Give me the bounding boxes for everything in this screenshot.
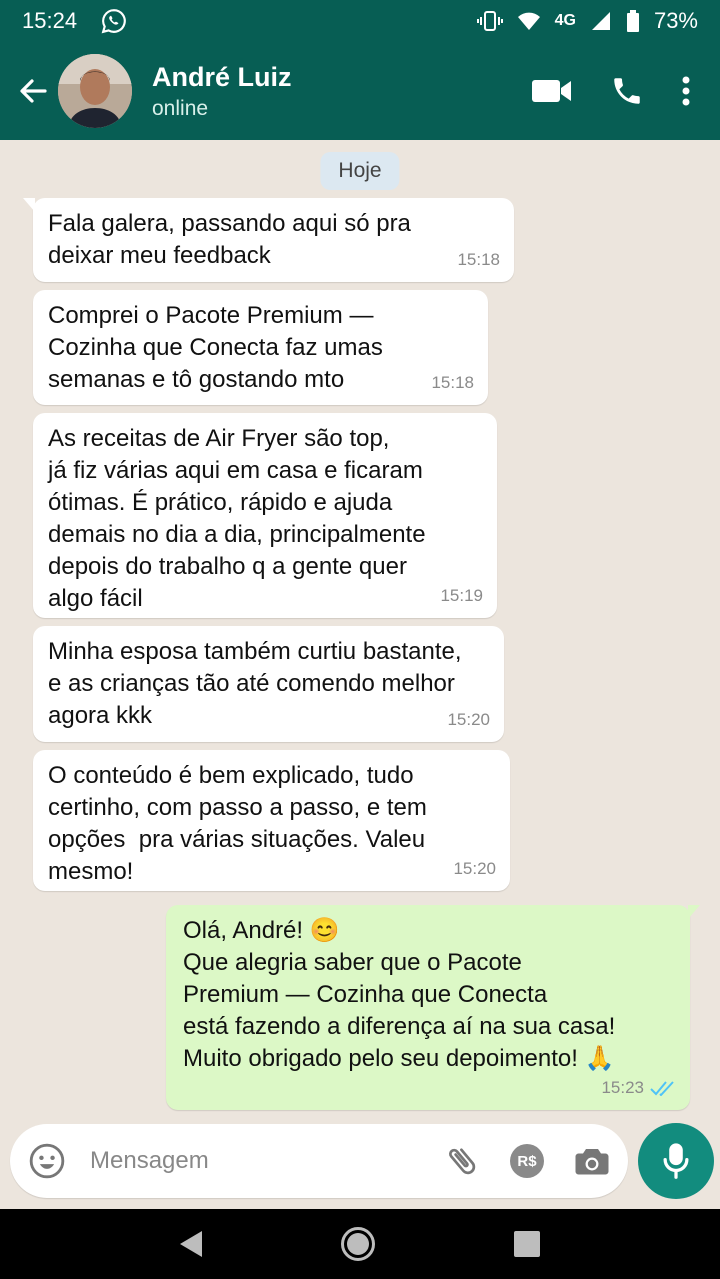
message-text: Comprei o Pacote Premium — Cozinha que C… <box>48 302 383 393</box>
message-time: 15:18 <box>457 250 500 269</box>
message-composer: R$ <box>10 1124 628 1198</box>
payment-icon[interactable]: R$ <box>510 1144 544 1178</box>
message-time: 15:18 <box>431 373 474 392</box>
more-options-icon[interactable] <box>682 76 690 106</box>
composer-tools: R$ <box>444 1143 610 1179</box>
battery-icon <box>626 10 639 32</box>
contact-presence: online <box>152 97 209 120</box>
incoming-message[interactable]: As receitas de Air Fryer são top, já fiz… <box>33 413 497 618</box>
message-time: 15:20 <box>447 710 490 729</box>
contact-info[interactable]: André Luiz online <box>152 61 292 121</box>
chat-area[interactable]: Hoje Fala galera, passando aqui só pra d… <box>0 140 720 1209</box>
network-type: 4G <box>554 12 576 29</box>
status-time: 15:24 <box>22 8 78 33</box>
nav-recents-icon[interactable] <box>514 1231 541 1257</box>
attach-icon[interactable] <box>444 1143 480 1179</box>
incoming-message[interactable]: O conteúdo é bem explicado, tudo certinh… <box>33 750 510 891</box>
message-text: As receitas de Air Fryer são top, já fiz… <box>48 425 426 612</box>
contact-name: André Luiz <box>152 62 292 92</box>
message-input[interactable] <box>90 1147 390 1175</box>
nav-home-icon[interactable] <box>340 1227 375 1261</box>
battery-percentage: 73% <box>653 8 698 33</box>
status-bar: 15:24 4G 73% <box>0 0 720 42</box>
wifi-icon <box>517 12 540 30</box>
read-receipt-icon <box>650 1081 674 1096</box>
header-actions <box>532 74 690 108</box>
message-text: Minha esposa também curtiu bastante, e a… <box>48 638 462 729</box>
incoming-message[interactable]: Minha esposa também curtiu bastante, e a… <box>33 626 504 742</box>
back-arrow-icon[interactable] <box>18 76 48 106</box>
whatsapp-notification-icon <box>101 9 126 34</box>
voice-call-icon[interactable] <box>610 74 644 108</box>
voice-message-button[interactable] <box>638 1123 714 1199</box>
status-indicators: 4G 73% <box>476 8 698 34</box>
message-time: 15:19 <box>440 586 483 605</box>
contact-avatar[interactable] <box>58 54 132 128</box>
message-text: O conteúdo é bem explicado, tudo certinh… <box>48 762 427 885</box>
outgoing-message[interactable]: Olá, André! 😊 Que alegria saber que o Pa… <box>166 905 700 1110</box>
chat-header: André Luiz online <box>0 42 720 140</box>
video-call-icon[interactable] <box>532 78 572 104</box>
camera-icon[interactable] <box>574 1144 610 1178</box>
incoming-message[interactable]: Fala galera, passando aqui só pra deixar… <box>23 198 514 282</box>
message-time: 15:23 <box>601 1072 676 1104</box>
message-time: 15:20 <box>453 859 496 878</box>
system-navigation-bar <box>0 1209 720 1279</box>
message-text: Fala galera, passando aqui só pra deixar… <box>48 210 411 269</box>
incoming-message[interactable]: Comprei o Pacote Premium — Cozinha que C… <box>33 290 488 405</box>
date-separator: Hoje <box>320 152 400 190</box>
signal-icon <box>591 12 610 30</box>
emoji-icon[interactable] <box>28 1142 66 1180</box>
vibrate-icon <box>476 11 503 31</box>
message-text: Olá, André! 😊 Que alegria saber que o Pa… <box>183 917 616 1072</box>
microphone-icon <box>663 1143 689 1179</box>
nav-back-icon[interactable] <box>179 1231 202 1257</box>
